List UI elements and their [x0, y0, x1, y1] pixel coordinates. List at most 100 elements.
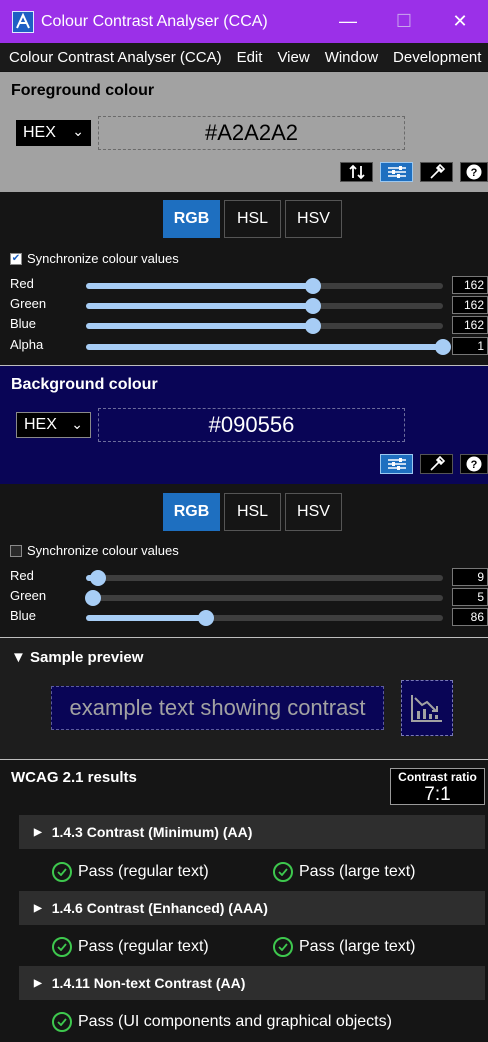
chevron-down-icon: ⌄	[71, 416, 83, 432]
background-heading: Background colour	[11, 376, 158, 393]
maximize-button[interactable]: ☐	[376, 0, 432, 43]
bg-green-input[interactable]: 5	[452, 588, 488, 606]
background-eyedropper-button[interactable]	[420, 454, 453, 474]
foreground-heading: Foreground colour	[11, 82, 155, 99]
bg-blue-input[interactable]: 86	[452, 608, 488, 626]
fg-slider-row: Red 162	[0, 275, 488, 295]
bg-sync-label: Synchronize colour values	[27, 543, 179, 558]
fg-green-slider[interactable]	[86, 298, 443, 314]
fg-alpha-slider[interactable]	[86, 339, 451, 355]
minimize-button[interactable]: —	[320, 0, 376, 43]
criterion-1-4-3[interactable]: ▶ 1.4.3 Contrast (Minimum) (AA)	[19, 815, 485, 849]
fg-blue-slider[interactable]	[86, 318, 443, 334]
bg-red-slider[interactable]	[86, 570, 443, 586]
check-circle-icon	[52, 1012, 72, 1032]
fg-sync-checkbox[interactable]: ✔	[10, 252, 22, 265]
pass-result: Pass (regular text)	[52, 862, 209, 882]
pass-result: Pass (large text)	[273, 937, 415, 957]
menu-view[interactable]: View	[277, 49, 309, 66]
svg-text:?: ?	[471, 459, 478, 471]
fg-red-label: Red	[10, 276, 34, 291]
menu-app[interactable]: Colour Contrast Analyser (CCA)	[9, 49, 222, 66]
sliders-icon	[387, 458, 406, 470]
fg-slider-row: Green 162	[0, 295, 488, 315]
menu-window[interactable]: Window	[325, 49, 378, 66]
swap-colours-button[interactable]	[340, 162, 373, 182]
fg-red-thumb[interactable]	[304, 278, 321, 294]
criterion-1-4-11[interactable]: ▶ 1.4.11 Non-text Contrast (AA)	[19, 966, 485, 1000]
fg-tab-hsv[interactable]: HSV	[285, 200, 342, 238]
check-circle-icon	[273, 937, 293, 957]
foreground-panel: Foreground colour HEX ⌄ #A2A2A2 ?	[0, 72, 488, 192]
background-panel: Background colour HEX ⌄ #090556 ?	[0, 366, 488, 484]
foreground-eyedropper-button[interactable]	[420, 162, 453, 182]
bg-red-input[interactable]: 9	[452, 568, 488, 586]
pass-label: Pass (regular text)	[78, 863, 209, 880]
menu-bar: Colour Contrast Analyser (CCA) Edit View…	[0, 43, 488, 71]
foreground-help-button[interactable]: ?	[460, 162, 488, 182]
help-icon: ?	[466, 456, 482, 472]
sample-preview-panel: ▼ Sample preview example text showing co…	[0, 638, 488, 759]
bg-slider-row: Green 5	[0, 587, 488, 607]
bg-tab-rgb[interactable]: RGB	[163, 493, 220, 531]
fg-red-input[interactable]: 162	[452, 276, 488, 294]
swap-icon	[348, 164, 365, 180]
menu-development[interactable]: Development	[393, 49, 481, 66]
bg-sync-row: Synchronize colour values	[10, 543, 179, 558]
fg-red-slider[interactable]	[86, 278, 443, 294]
fg-blue-thumb[interactable]	[304, 318, 321, 334]
sample-preview-toggle[interactable]: ▼ Sample preview	[11, 649, 143, 666]
bg-tab-hsv[interactable]: HSV	[285, 493, 342, 531]
wcag-heading: WCAG 2.1 results	[11, 769, 137, 786]
fg-alpha-input[interactable]: 1	[452, 337, 488, 355]
bg-green-label: Green	[10, 588, 47, 603]
bg-green-slider[interactable]	[85, 590, 443, 606]
check-circle-icon	[52, 937, 72, 957]
bg-slider-row: Blue 86	[0, 607, 488, 627]
wcag-results-panel: WCAG 2.1 results Contrast ratio 7:1 ▶ 1.…	[0, 760, 488, 1042]
close-button[interactable]: ✕	[432, 0, 488, 43]
bg-sync-checkbox[interactable]	[10, 544, 22, 557]
triangle-down-icon: ▼	[11, 649, 26, 666]
title-bar[interactable]: Colour Contrast Analyser (CCA) — ☐ ✕	[0, 0, 488, 43]
background-help-button[interactable]: ?	[460, 454, 488, 474]
foreground-mode-panel: RGB HSL HSV ✔ Synchronize colour values …	[0, 192, 488, 365]
triangle-right-icon: ▶	[34, 977, 42, 989]
criterion-title: 1.4.6 Contrast (Enhanced) (AAA)	[51, 900, 268, 916]
foreground-format-select[interactable]: HEX ⌄	[16, 120, 91, 146]
background-format-select[interactable]: HEX ⌄	[16, 412, 91, 438]
fg-alpha-thumb[interactable]	[435, 339, 451, 355]
window-title: Colour Contrast Analyser (CCA)	[41, 12, 268, 30]
help-icon: ?	[466, 164, 482, 180]
fg-green-input[interactable]: 162	[452, 296, 488, 314]
foreground-format-value: HEX	[23, 124, 56, 141]
menu-edit[interactable]: Edit	[237, 49, 263, 66]
foreground-hex-input[interactable]: #A2A2A2	[98, 116, 405, 150]
pass-label: Pass (large text)	[299, 938, 416, 955]
background-sliders-button[interactable]	[380, 454, 413, 474]
fg-green-thumb[interactable]	[304, 298, 321, 314]
svg-text:?: ?	[471, 167, 478, 179]
sliders-icon	[387, 166, 406, 178]
triangle-right-icon: ▶	[34, 902, 42, 914]
bg-blue-thumb[interactable]	[198, 610, 215, 626]
criterion-1-4-6[interactable]: ▶ 1.4.6 Contrast (Enhanced) (AAA)	[19, 891, 485, 925]
fg-slider-row: Blue 162	[0, 315, 488, 335]
fg-sync-label: Synchronize colour values	[27, 251, 179, 266]
bg-blue-slider[interactable]	[86, 610, 443, 626]
sample-icon-box	[401, 680, 453, 736]
bg-tab-hsl[interactable]: HSL	[224, 493, 281, 531]
eyedropper-icon	[429, 455, 445, 471]
fg-tab-hsl[interactable]: HSL	[224, 200, 281, 238]
pass-result: Pass (regular text)	[52, 937, 209, 957]
fg-blue-input[interactable]: 162	[452, 316, 488, 334]
fg-tab-rgb[interactable]: RGB	[163, 200, 220, 238]
pass-result: Pass (large text)	[273, 862, 415, 882]
background-hex-input[interactable]: #090556	[98, 408, 405, 442]
pass-label: Pass (large text)	[299, 863, 416, 880]
sample-preview-heading: Sample preview	[30, 649, 144, 666]
foreground-sliders-button[interactable]	[380, 162, 413, 182]
fg-slider-row: Alpha 1	[0, 336, 488, 356]
bg-red-thumb[interactable]	[90, 570, 107, 586]
bg-green-thumb[interactable]	[85, 590, 102, 606]
